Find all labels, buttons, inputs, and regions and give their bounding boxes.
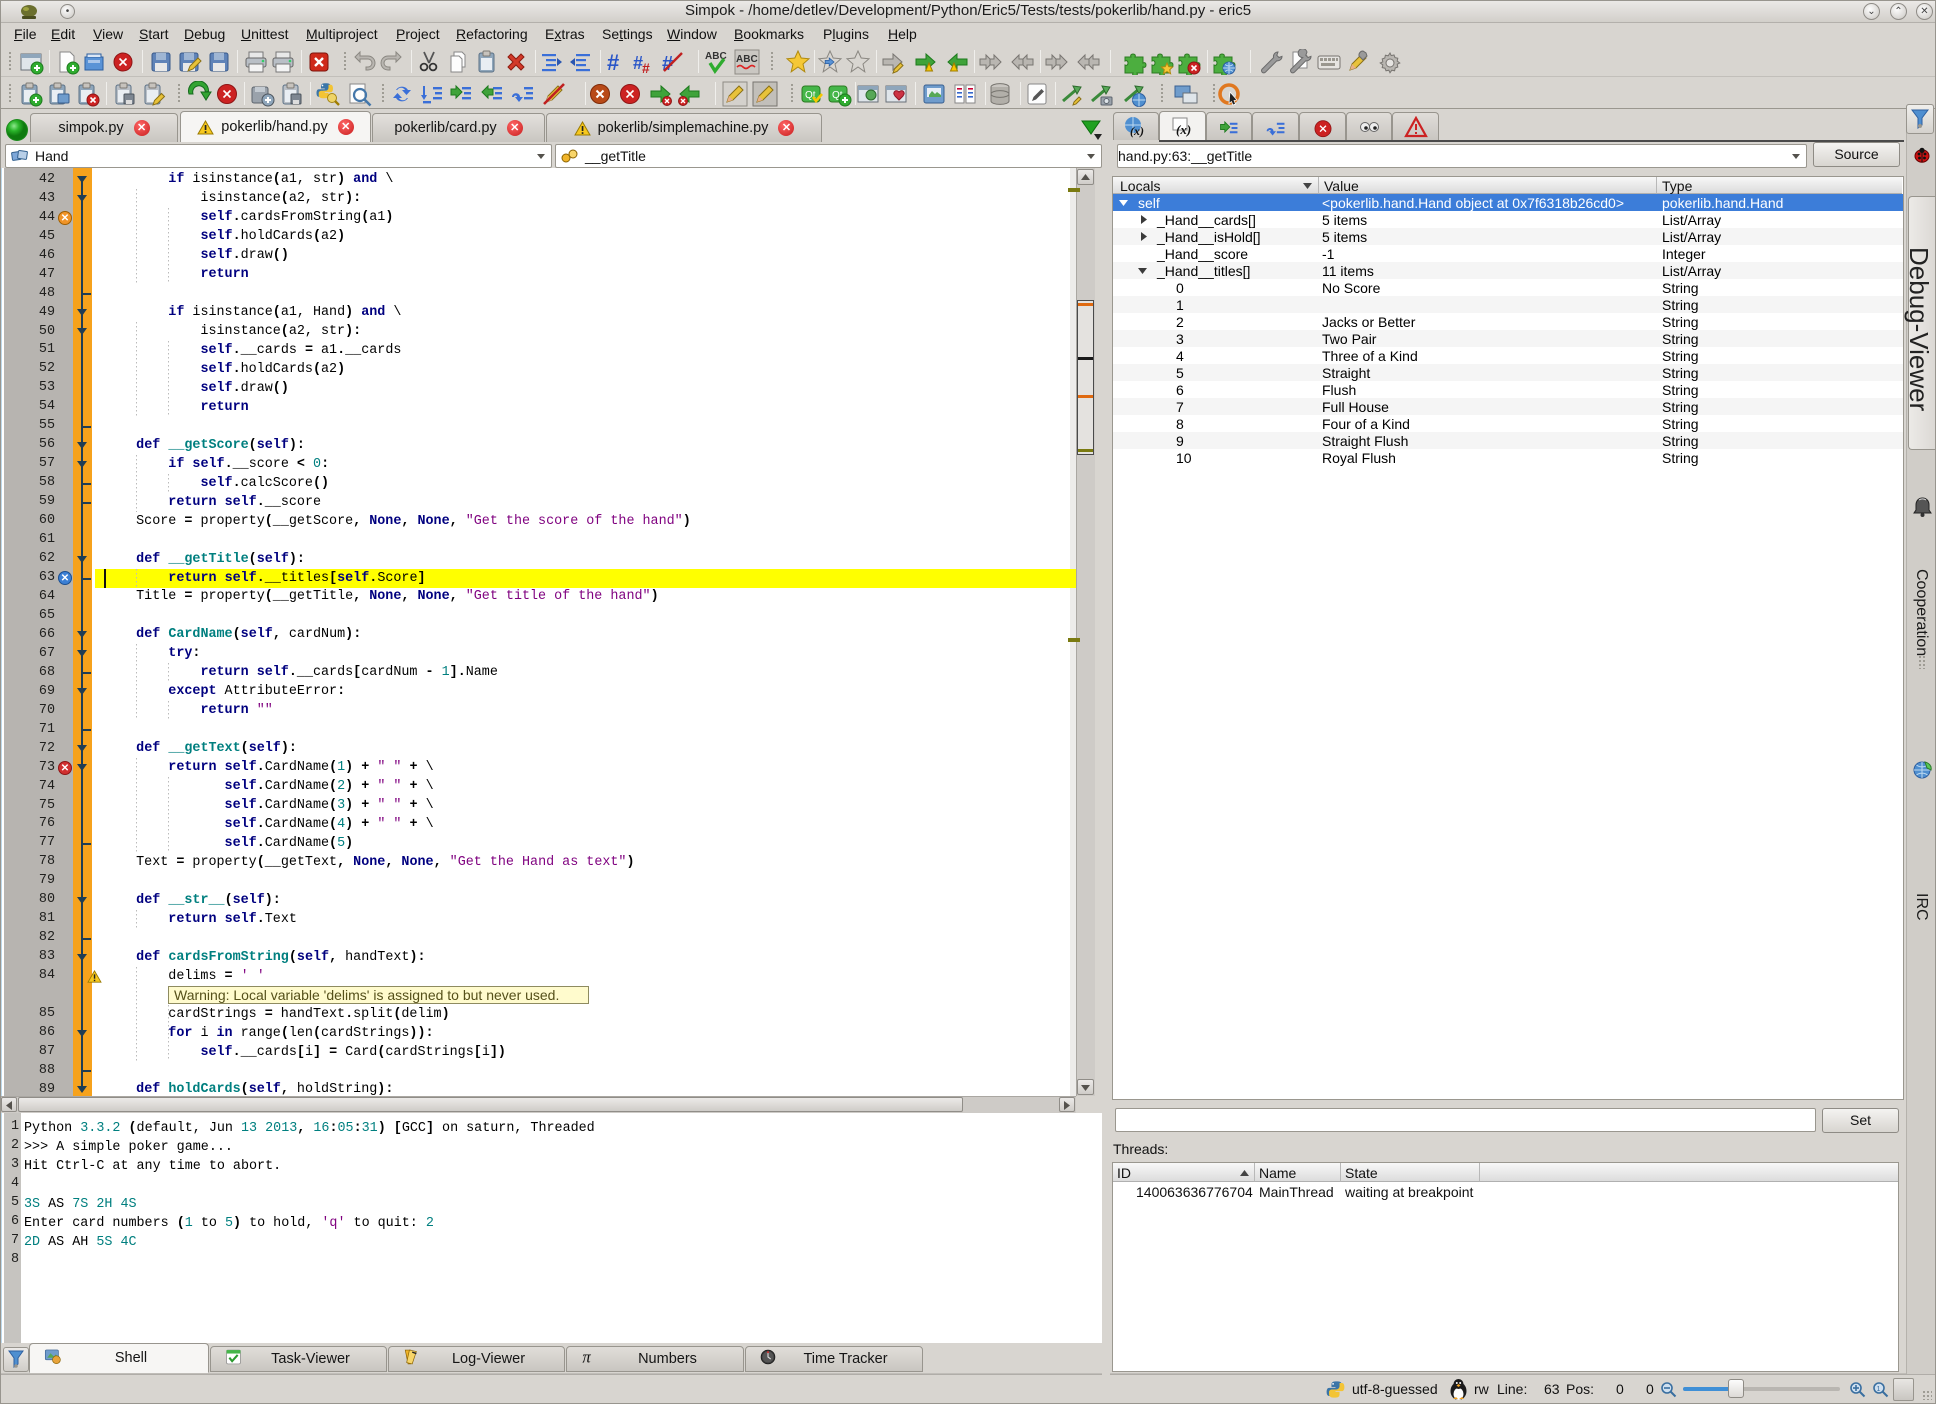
- svg-text:(x): (x): [1176, 122, 1191, 137]
- svg-text:1: 1: [1877, 1386, 1881, 1393]
- svg-text:#: #: [642, 60, 650, 75]
- svg-text:#: #: [607, 50, 619, 75]
- svg-text:π: π: [582, 1348, 591, 1366]
- svg-text:ABC: ABC: [736, 54, 758, 65]
- svg-text:(x): (x): [1130, 124, 1144, 138]
